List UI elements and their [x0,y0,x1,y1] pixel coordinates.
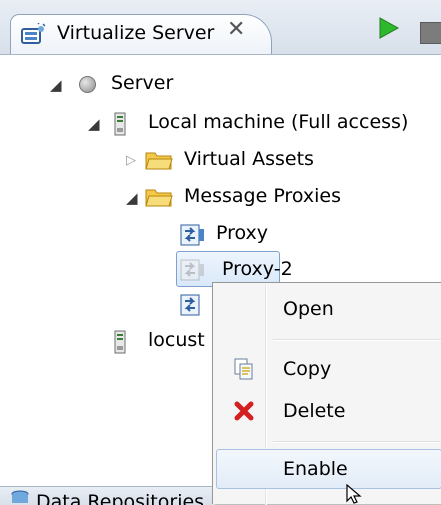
machine-icon [114,330,126,354]
proxy-icon [180,294,200,316]
collapse-arrow-icon[interactable]: ▷ [126,154,136,167]
run-icon[interactable] [378,16,400,40]
expand-arrow-icon[interactable]: ◢ [50,78,62,93]
menu-item-label: Copy [283,358,332,380]
tree-node-label: Proxy-2 [222,258,293,280]
menu-item-copy[interactable]: Copy [216,349,441,389]
tree-node-local-machine[interactable]: ◢ Local machine (Full access) [0,107,441,141]
menu-item-delete[interactable]: Delete [216,391,441,431]
tree-node-virtual-assets[interactable]: ▷ Virtual Assets [0,144,380,178]
tree-node-label: Server [111,72,174,94]
machine-icon [114,112,126,136]
close-tab-icon[interactable]: ✕ [227,17,245,42]
menu-separator [273,339,441,341]
tree-node-label: Proxy [216,222,269,244]
copy-icon [234,358,253,380]
tab-data-repositories[interactable]: Data Repositories [0,486,212,505]
tree-node-server[interactable]: ◢ Server [0,69,300,103]
tab-title: Virtualize Server [57,22,215,44]
menu-separator [273,441,441,443]
virtualize-server-view: Virtualize Server ✕ ◢ Server ◢ Local mac… [0,0,441,505]
tree-node-proxy-2[interactable]: Proxy-2 [0,252,330,286]
menu-item-label: Enable [283,458,348,480]
tree-node-proxy-3[interactable] [0,288,212,322]
tree-node-label: locust [148,329,205,351]
tree-node-proxy[interactable]: Proxy [0,218,330,252]
menu-item-label: Delete [283,400,346,422]
stop-icon[interactable] [420,22,441,44]
tab-title: Data Repositories [36,491,205,505]
tree-node-label: Message Proxies [184,185,341,207]
menu-item-label: Open [283,298,334,320]
virtualize-server-icon [21,23,46,44]
proxy-icon [180,224,204,246]
menu-item-enable[interactable]: Enable [216,449,441,489]
open-folder-icon [145,189,173,207]
mouse-cursor-icon [346,484,362,504]
tree-node-label: Virtual Assets [184,148,314,170]
tree-node-locust[interactable]: locust [0,325,212,359]
expand-arrow-icon[interactable]: ◢ [88,117,100,132]
tree-node-message-proxies[interactable]: ◢ Message Proxies [0,181,410,215]
server-status-icon [79,76,96,93]
menu-item-open[interactable]: Open [216,289,441,329]
proxy-disabled-icon [180,259,204,281]
view-tab-bar: Virtualize Server ✕ [0,0,441,55]
tree-node-label: Local machine (Full access) [148,111,409,133]
context-menu: Open Copy Delete Enable [212,282,441,505]
expand-arrow-icon[interactable]: ◢ [126,191,138,206]
folder-icon [145,152,173,170]
data-repository-icon [11,490,29,503]
delete-icon [234,401,254,421]
tab-virtualize-server[interactable]: Virtualize Server ✕ [10,14,272,54]
